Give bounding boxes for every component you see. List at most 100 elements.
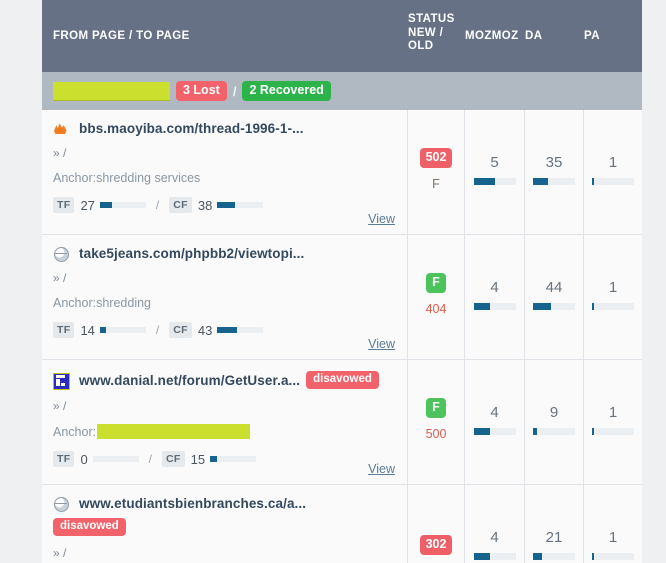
cell-moz-value: 5 [490,153,499,171]
trust-citation-flow: TF 0 / CF 15 [53,451,395,467]
source-url-link[interactable]: www.danial.net/forum/GetUser.a... [79,373,300,388]
anchor-redaction-block [97,424,251,439]
cell-moz: 4 [465,485,525,563]
column-header-status[interactable]: STATUS NEW / OLD [408,0,465,72]
cell-moz-value: 4 [490,278,499,296]
cf-value: 15 [190,451,206,467]
tf-bar [99,327,146,333]
status-old-value: F [432,176,440,191]
cf-tag: CF [169,322,192,338]
cell-da: 9 [525,360,584,484]
tfcf-separator: / [155,198,160,212]
cell-pa: 1 [584,110,642,234]
cell-status: 502 F [408,110,465,234]
source-url-link[interactable]: take5jeans.com/phpbb2/viewtopi... [79,246,304,261]
cell-from-page: www.etudiantsbienbranches.ca/a... disavow… [42,485,408,563]
column-header-da[interactable]: DA [525,0,584,72]
anchor-value: shredding [96,296,151,310]
status-new-badge: F [426,397,446,418]
view-link[interactable]: View [368,212,395,226]
trust-citation-flow: TF 27 / CF 38 [53,197,395,213]
cf-value: 43 [197,322,213,338]
globe-favicon [53,496,69,512]
column-header-moz[interactable]: MOZMOZ [465,0,525,72]
backlinks-table: FROM PAGE / TO PAGE STATUS NEW / OLD MOZ… [42,0,642,563]
column-header-status-line2: NEW / [408,26,444,39]
status-new-badge: 502 [419,147,453,168]
column-header-pa[interactable]: PA [584,0,642,72]
source-url-link[interactable]: www.etudiantsbienbranches.ca/a... [79,496,306,511]
status-new-badge: 302 [419,534,453,555]
cell-pa-bar [592,177,634,185]
to-page-path: » / [53,546,67,560]
cell-moz: 5 [465,110,525,234]
tf-value: 27 [80,197,95,213]
cell-moz-bar [473,302,516,310]
to-page-path: » / [53,146,67,160]
cell-moz-value: 4 [490,529,499,546]
disavowed-badge[interactable]: disavowed [306,371,379,389]
table-row: www.etudiantsbienbranches.ca/a... disavow… [42,485,642,563]
anchor-text: Anchor: shredding [53,296,395,310]
cell-da: 44 [525,235,584,359]
anchor-label: Anchor: [53,424,97,439]
cf-value: 38 [197,197,213,213]
cell-moz: 4 [465,235,525,359]
disavowed-badge[interactable]: disavowed [53,518,126,536]
anchor-label: Anchor: [53,296,97,310]
cell-da-value: 9 [549,403,559,421]
lost-count-badge[interactable]: 3 Lost [176,81,227,101]
tf-tag: TF [53,451,75,467]
cf-tag: CF [169,197,192,213]
anchor-label: Anchor: [53,171,97,185]
url-line: www.etudiantsbienbranches.ca/a... [53,496,395,512]
cell-da-value: 35 [545,153,563,171]
cell-pa-bar [592,302,634,310]
tfcf-separator: / [155,323,160,337]
source-url-link[interactable]: bbs.maoyiba.com/thread-1996-1-... [79,121,304,136]
tf-value: 14 [80,322,95,338]
cell-pa-value: 1 [608,153,618,171]
cell-pa-bar [592,427,634,435]
trust-citation-flow: TF 14 / CF 43 [53,322,395,338]
tf-value: 0 [80,451,88,467]
anchor-text: Anchor: [53,424,395,439]
status-new-badge: F [426,272,446,293]
cell-da-bar [533,177,575,185]
cell-moz-bar [473,177,516,185]
redacted-highlight-block [53,81,170,101]
column-header-da-label: DA [525,30,543,42]
table-row: www.danial.net/forum/GetUser.a... disavow… [42,360,642,485]
cell-pa-bar [592,553,634,560]
url-line: www.danial.net/forum/GetUser.a... disavow… [53,371,395,390]
cell-moz-value: 4 [490,403,499,421]
tf-tag: TF [53,322,75,338]
cell-status: F 500 [408,360,465,484]
cell-da-bar [533,553,575,560]
cell-moz-bar [473,553,516,560]
cell-status: 302 [408,485,465,563]
cell-from-page: www.danial.net/forum/GetUser.a... disavow… [42,360,408,484]
globe-favicon [53,246,69,262]
view-link[interactable]: View [368,337,395,351]
cell-status: F 404 [408,235,465,359]
cell-da-bar [533,302,575,310]
summary-filter-bar: 3 Lost / 2 Recovered [42,72,642,110]
cell-da: 21 [525,485,584,563]
cell-da-value: 44 [545,278,563,296]
cell-pa-value: 1 [608,529,618,546]
recovered-count-badge[interactable]: 2 Recovered [242,81,331,101]
cell-da-bar [533,427,575,435]
cell-pa-value: 1 [608,278,618,296]
cell-pa-value: 1 [608,403,618,421]
tf-bar [92,456,139,462]
column-header-status-line1: STATUS [408,13,455,25]
cell-from-page: bbs.maoyiba.com/thread-1996-1-... » / Anch… [42,110,408,234]
table-row: bbs.maoyiba.com/thread-1996-1-... » / Anch… [42,110,642,235]
tf-tag: TF [53,197,75,213]
cell-moz-bar [473,427,516,435]
cell-pa: 1 [584,235,642,359]
column-header-from-page[interactable]: FROM PAGE / TO PAGE [42,0,408,72]
column-header-from-page-label: FROM PAGE / TO PAGE [53,30,190,42]
view-link[interactable]: View [368,462,395,476]
